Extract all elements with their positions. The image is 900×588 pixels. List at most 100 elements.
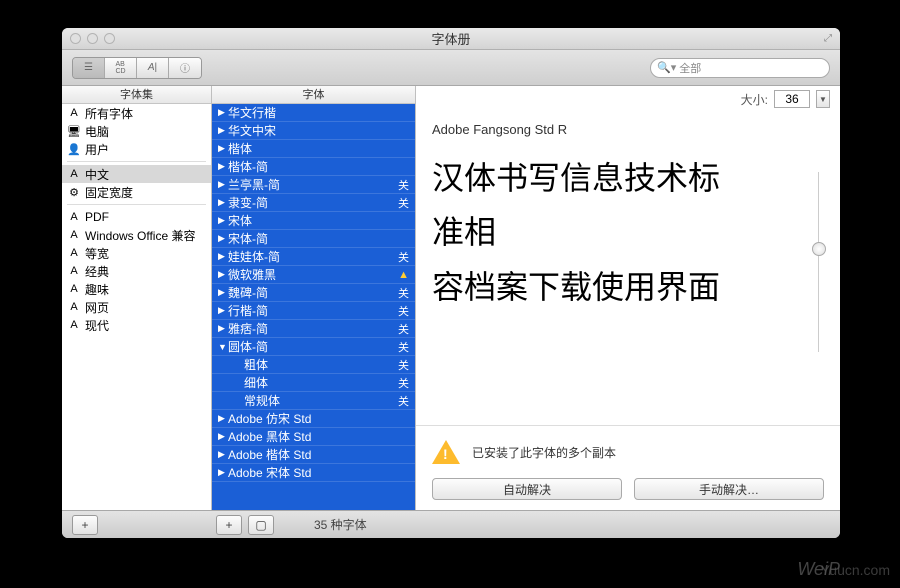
disclosure-arrow[interactable]: ▶: [218, 125, 228, 136]
disclosure-arrow[interactable]: ▶: [218, 197, 228, 208]
auto-resolve-button[interactable]: 自动解决: [432, 478, 622, 500]
fonts-list[interactable]: ▶华文行楷▶华文中宋▶楷体▶楷体-简▶兰亭黑-简关▶隶变-简关▶宋体▶宋体-简▶…: [212, 104, 415, 510]
font-label: Adobe 仿宋 Std: [228, 410, 409, 427]
font-item[interactable]: ▼圆体-简关: [212, 338, 415, 356]
view-sample[interactable]: A|: [137, 58, 169, 78]
collection-icon: A: [67, 319, 81, 331]
search-placeholder: 全部: [679, 60, 701, 76]
search-icon: 🔍▾: [657, 61, 676, 74]
collection-item[interactable]: A经典: [62, 262, 211, 280]
font-item[interactable]: ▶隶变-简关: [212, 194, 415, 212]
font-item[interactable]: ▶行楷-简关: [212, 302, 415, 320]
font-badge: ▲: [398, 269, 409, 281]
collection-icon: A: [67, 265, 81, 277]
font-item[interactable]: 常规体关: [212, 392, 415, 410]
font-item[interactable]: ▶华文中宋: [212, 122, 415, 140]
add-collection-button[interactable]: +: [72, 515, 98, 535]
toggle-font-button[interactable]: ▢: [248, 515, 274, 535]
collections-list[interactable]: A所有字体🖥电脑👤用户 A中文⚙固定宽度 A PDF AWindows Office 兼…: [62, 104, 211, 510]
add-font-button[interactable]: +: [216, 515, 242, 535]
font-item[interactable]: ▶娃娃体-简关: [212, 248, 415, 266]
font-badge: 关: [398, 249, 409, 265]
collection-item[interactable]: A现代: [62, 316, 211, 334]
statusbar: + + ▢ 35 种字体: [62, 510, 840, 538]
search-field[interactable]: 🔍▾ 全部: [650, 58, 830, 78]
collection-icon: A: [67, 211, 81, 223]
collection-icon: A: [67, 107, 81, 119]
font-item[interactable]: ▶Adobe 宋体 Std: [212, 464, 415, 482]
collection-item[interactable]: A趣味: [62, 280, 211, 298]
disclosure-arrow[interactable]: ▶: [218, 161, 228, 172]
close-button[interactable]: [70, 33, 81, 44]
collection-item[interactable]: 🖥电脑: [62, 122, 211, 140]
disclosure-arrow[interactable]: ▶: [218, 431, 228, 442]
slider-thumb[interactable]: [812, 242, 826, 256]
disclosure-arrow[interactable]: ▶: [218, 305, 228, 316]
font-item[interactable]: ▶Adobe 黑体 Std: [212, 428, 415, 446]
collection-item[interactable]: ⚙固定宽度: [62, 183, 211, 201]
collection-item[interactable]: A所有字体: [62, 104, 211, 122]
font-item[interactable]: ▶魏碑-简关: [212, 284, 415, 302]
warning-icon: [432, 440, 460, 464]
font-item[interactable]: ▶宋体: [212, 212, 415, 230]
font-label: 圆体-简: [228, 338, 398, 355]
disclosure-arrow[interactable]: ▶: [218, 143, 228, 154]
disclosure-arrow[interactable]: ▶: [218, 233, 228, 244]
collection-item[interactable]: 👤用户: [62, 140, 211, 158]
font-item[interactable]: 细体关: [212, 374, 415, 392]
font-label: Adobe 宋体 Std: [228, 464, 409, 481]
font-label: 雅痞-简: [228, 320, 398, 337]
watermark2: Yuucn.com: [821, 562, 890, 578]
disclosure-arrow[interactable]: ▶: [218, 251, 228, 262]
collection-icon: 🖥: [67, 125, 81, 138]
disclosure-arrow[interactable]: ▶: [218, 269, 228, 280]
disclosure-arrow[interactable]: ▶: [218, 215, 228, 226]
collection-item[interactable]: A网页: [62, 298, 211, 316]
collection-item[interactable]: AWindows Office 兼容: [62, 226, 211, 244]
collection-label: 趣味: [85, 281, 109, 298]
size-dropdown[interactable]: ▼: [816, 90, 830, 108]
font-badge: 关: [398, 303, 409, 319]
disclosure-arrow[interactable]: ▶: [218, 413, 228, 424]
font-label: 宋体-简: [228, 230, 409, 247]
disclosure-arrow[interactable]: ▶: [218, 287, 228, 298]
font-badge: 关: [398, 393, 409, 409]
collection-label: 固定宽度: [85, 184, 133, 201]
size-slider[interactable]: [818, 172, 824, 352]
font-item[interactable]: ▶Adobe 楷体 Std: [212, 446, 415, 464]
collection-item[interactable]: A PDF: [62, 208, 211, 226]
collection-item[interactable]: A中文: [62, 165, 211, 183]
font-item[interactable]: ▶宋体-简: [212, 230, 415, 248]
collection-label: PDF: [85, 210, 109, 224]
font-badge: 关: [398, 357, 409, 373]
disclosure-arrow[interactable]: ▶: [218, 467, 228, 478]
font-item[interactable]: 粗体关: [212, 356, 415, 374]
view-info[interactable]: ⓘ: [169, 58, 201, 78]
view-grid[interactable]: ABCD: [105, 58, 137, 78]
disclosure-arrow[interactable]: ▼: [218, 342, 228, 352]
disclosure-arrow[interactable]: ▶: [218, 179, 228, 190]
disclosure-arrow[interactable]: ▶: [218, 449, 228, 460]
disclosure-arrow[interactable]: ▶: [218, 107, 228, 118]
font-item[interactable]: ▶微软雅黑▲: [212, 266, 415, 284]
font-badge: 关: [398, 177, 409, 193]
font-item[interactable]: ▶楷体: [212, 140, 415, 158]
manual-resolve-button[interactable]: 手动解决…: [634, 478, 824, 500]
collection-icon: A: [67, 168, 81, 180]
disclosure-arrow[interactable]: ▶: [218, 323, 228, 334]
font-item[interactable]: ▶雅痞-简关: [212, 320, 415, 338]
font-label: 兰亭黑-简: [228, 176, 398, 193]
font-item[interactable]: ▶兰亭黑-简关: [212, 176, 415, 194]
font-label: Adobe 黑体 Std: [228, 428, 409, 445]
collection-label: 等宽: [85, 245, 109, 262]
view-columns[interactable]: ☰: [73, 58, 105, 78]
font-item[interactable]: ▶楷体-简: [212, 158, 415, 176]
font-item[interactable]: ▶华文行楷: [212, 104, 415, 122]
fullscreen-icon[interactable]: ⤢: [824, 33, 832, 44]
zoom-button[interactable]: [104, 33, 115, 44]
size-input[interactable]: [774, 90, 810, 108]
minimize-button[interactable]: [87, 33, 98, 44]
font-item[interactable]: ▶Adobe 仿宋 Std: [212, 410, 415, 428]
collection-item[interactable]: A等宽: [62, 244, 211, 262]
warning-text: 已安装了此字体的多个副本: [472, 444, 616, 461]
